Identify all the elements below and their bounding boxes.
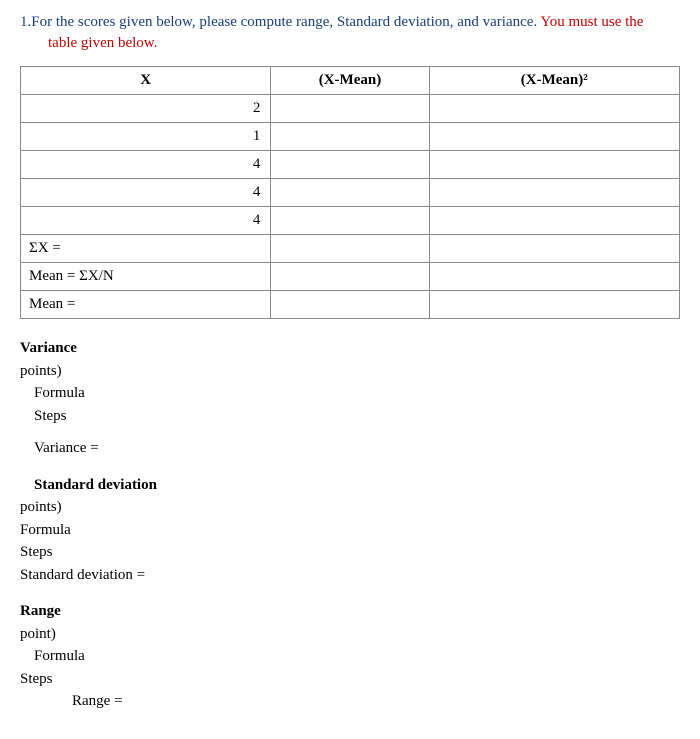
data-table: X (X-Mean) (X-Mean)² 2 1 4 4 4: [20, 66, 680, 319]
question-block: 1.For the scores given below, please com…: [20, 12, 680, 54]
cell-xmean2: [429, 207, 679, 235]
cell-xmean2: [429, 123, 679, 151]
range-title: Range: [20, 600, 680, 623]
table-summary-row: ΣX =: [21, 235, 680, 263]
variance-steps: Steps: [20, 405, 680, 428]
cell-x: 1: [21, 123, 271, 151]
cell-xmean: [271, 179, 429, 207]
table-row: 4: [21, 207, 680, 235]
variance-points: points): [20, 360, 680, 383]
header-xmean: (X-Mean): [271, 67, 429, 95]
stddev-formula: Formula: [20, 519, 680, 542]
summary-cell: [429, 291, 679, 319]
table-summary-row: Mean = ΣX/N: [21, 263, 680, 291]
variance-formula: Formula: [20, 382, 680, 405]
question-text-indent: table given below.: [20, 33, 680, 54]
range-steps: Steps: [20, 668, 680, 691]
cell-x: 4: [21, 151, 271, 179]
cell-xmean: [271, 123, 429, 151]
cell-x: 2: [21, 95, 271, 123]
stddev-section: Standard deviation points) Formula Steps…: [20, 474, 680, 587]
cell-x: 4: [21, 179, 271, 207]
cell-xmean: [271, 207, 429, 235]
stddev-result: Standard deviation =: [20, 564, 680, 587]
cell-xmean2: [429, 151, 679, 179]
table-header-row: X (X-Mean) (X-Mean)²: [21, 67, 680, 95]
stddev-title: Standard deviation: [20, 474, 680, 497]
header-x: X: [21, 67, 271, 95]
summary-label: Mean = ΣX/N: [21, 263, 271, 291]
summary-label: ΣX =: [21, 235, 271, 263]
table-row: 1: [21, 123, 680, 151]
cell-x: 4: [21, 207, 271, 235]
stddev-steps: Steps: [20, 541, 680, 564]
summary-cell: [429, 235, 679, 263]
question-number: 1.: [20, 14, 31, 30]
range-section: Range point) Formula Steps Range =: [20, 600, 680, 713]
cell-xmean: [271, 151, 429, 179]
summary-cell: [429, 263, 679, 291]
table-row: 4: [21, 151, 680, 179]
summary-label: Mean =: [21, 291, 271, 319]
variance-result: Variance =: [20, 437, 680, 460]
question-text-main: For the scores given below, please compu…: [31, 14, 540, 30]
variance-title: Variance: [20, 337, 680, 360]
table-row: 2: [21, 95, 680, 123]
cell-xmean2: [429, 179, 679, 207]
table-summary-row: Mean =: [21, 291, 680, 319]
range-points: point): [20, 623, 680, 646]
summary-cell: [271, 291, 429, 319]
variance-section: Variance points) Formula Steps Variance …: [20, 337, 680, 460]
table-row: 4: [21, 179, 680, 207]
cell-xmean2: [429, 95, 679, 123]
stddev-points: points): [20, 496, 680, 519]
summary-cell: [271, 263, 429, 291]
range-result: Range =: [20, 690, 680, 713]
question-text-highlight: You must use the: [540, 14, 643, 30]
header-xmean2: (X-Mean)²: [429, 67, 679, 95]
range-formula: Formula: [20, 645, 680, 668]
cell-xmean: [271, 95, 429, 123]
summary-cell: [271, 235, 429, 263]
